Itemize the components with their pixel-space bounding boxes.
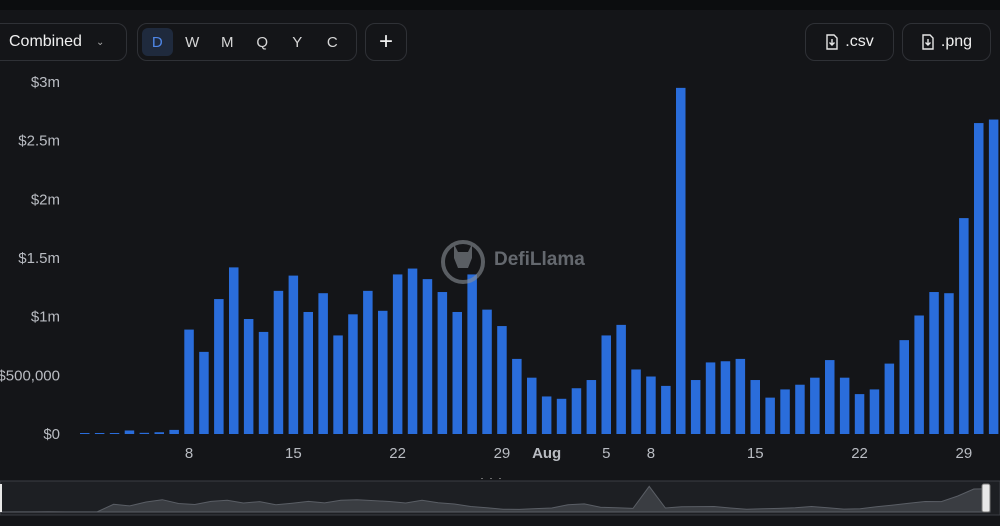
bar [616,324,626,434]
bar [288,275,299,434]
watermark-text: DefiLlama [494,249,585,270]
bar [124,430,135,434]
bar [154,432,164,434]
brush-grip-icon: ⋮⋮⋮ [478,478,505,480]
y-tick-label: $3m [31,74,60,91]
bar [899,340,909,434]
bar [273,290,284,434]
bar [303,311,313,434]
y-tick-label: $500,000 [0,367,60,384]
bar [467,274,477,434]
bar [94,433,105,434]
bar [541,396,552,434]
llama-logo-icon [441,240,485,284]
bar [527,377,537,434]
bar [422,279,433,434]
y-tick-label: $2m [31,191,60,208]
bar [795,384,805,434]
bar [869,389,880,434]
x-tick-label: 29 [494,445,511,462]
bar [646,376,656,434]
x-tick-label: 8 [647,445,655,462]
bar [437,292,448,434]
bar [452,311,462,434]
brush-handle-left [0,484,2,512]
x-tick-label: 8 [185,445,193,462]
bar [169,429,179,434]
bar [810,377,820,434]
watermark: DefiLlama [440,234,585,286]
bar [392,274,403,434]
bar [720,361,731,434]
bar [184,329,194,434]
bar [974,123,984,435]
bar [735,358,746,434]
bar [80,433,90,434]
bar [407,268,418,434]
y-tick-label: $0 [43,426,60,443]
bar [825,360,835,434]
bar [243,319,254,434]
bar [512,358,522,434]
x-tick-label: 22 [851,445,868,462]
x-tick-label: 29 [956,445,973,462]
bar [139,432,150,434]
bar [378,310,388,434]
bar [348,314,358,434]
bar [765,397,775,434]
y-tick-label: $1m [31,309,60,326]
bar [318,293,328,434]
bar [988,119,999,435]
bar [199,351,209,434]
bar [839,377,850,434]
bar [109,433,120,434]
bar [884,363,895,434]
bar [214,299,224,434]
bar [944,293,954,434]
bar [333,335,343,434]
bar [363,290,373,434]
bar [601,335,611,434]
bar [497,326,507,434]
bar [556,398,567,434]
y-tick-label: $1.5m [18,250,60,267]
bar [780,389,790,434]
bar [661,385,671,434]
x-tick-label: 22 [389,445,406,462]
bar [631,369,641,434]
bar [959,218,969,434]
bar [705,362,716,434]
bar [482,309,492,434]
bar [676,87,686,434]
bar [914,315,924,434]
bar [854,394,865,434]
x-tick-label: 15 [285,445,302,462]
bar [258,331,269,434]
y-tick-label: $2.5m [18,133,60,150]
bar [750,380,760,434]
brush-handle-right [981,483,991,513]
bar [229,267,239,434]
x-tick-label: Aug [532,445,561,462]
x-tick-label: 5 [602,445,610,462]
range-brush[interactable]: ⋮⋮⋮ [0,478,1000,518]
bar [571,388,582,434]
x-tick-label: 15 [747,445,764,462]
bar [929,292,939,434]
bar [690,380,701,434]
bar [586,380,597,434]
